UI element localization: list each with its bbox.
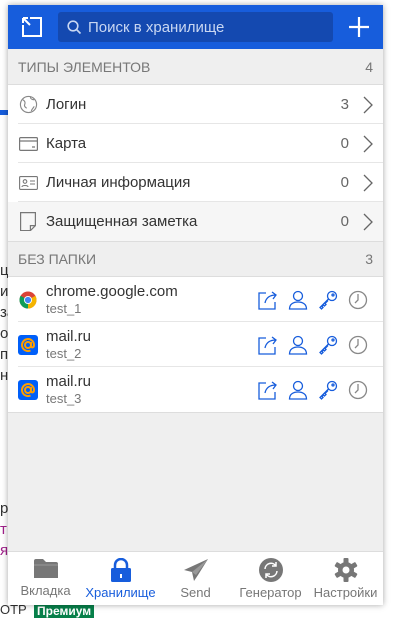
item-name: mail.ru	[46, 327, 92, 345]
item-username: test_3	[46, 390, 82, 406]
popout-button[interactable]	[18, 13, 46, 41]
plus-icon	[349, 17, 369, 37]
type-row-identity[interactable]: Личная информация 0	[8, 163, 383, 202]
gear-icon	[334, 558, 357, 582]
user-icon	[288, 335, 308, 355]
chevron-right-icon	[363, 174, 373, 191]
bg-text: я	[0, 542, 9, 559]
folder-icon	[33, 559, 58, 578]
globe-icon	[19, 95, 37, 114]
mailru-icon	[21, 382, 36, 397]
bg-tab-indicator	[0, 110, 8, 115]
popout-icon	[22, 17, 42, 37]
type-count: 0	[340, 135, 349, 152]
section-count: 4	[365, 58, 373, 75]
extension-popup: Поиск в хранилище ТИПЫ ЭЛЕМЕНТОВ 4 Логин…	[8, 5, 383, 605]
paper-plane-icon	[183, 559, 208, 581]
copy-totp-button[interactable]	[343, 375, 373, 405]
bottom-nav: Вкладка Хранилище Send Генератор Настрой…	[8, 551, 383, 605]
chevron-right-icon	[363, 213, 373, 230]
tab-current[interactable]: Вкладка	[8, 552, 83, 605]
type-label: Карта	[46, 135, 87, 152]
type-row-login[interactable]: Логин 3	[8, 85, 383, 124]
item-name: mail.ru	[46, 372, 92, 390]
launch-button[interactable]	[253, 330, 283, 360]
copy-totp-button[interactable]	[343, 285, 373, 315]
types-section-header: ТИПЫ ЭЛЕМЕНТОВ 4	[8, 49, 383, 85]
chrome-icon	[19, 291, 37, 308]
item-name: chrome.google.com	[46, 282, 178, 300]
search-placeholder: Поиск в хранилище	[88, 18, 225, 36]
types-list: Логин 3 Карта 0 Личная информация 0 Защи…	[8, 85, 383, 241]
type-label: Защищенная заметка	[46, 213, 198, 230]
share-icon	[258, 290, 277, 310]
clock-icon	[348, 380, 368, 399]
vault-items-list: chrome.google.com test_1 mail.ru test_2 ma…	[8, 277, 383, 413]
type-count: 0	[340, 213, 349, 230]
key-icon	[319, 335, 338, 355]
type-label: Личная информация	[46, 174, 191, 191]
type-row-secure-note[interactable]: Защищенная заметка 0	[8, 202, 383, 241]
clock-icon	[348, 290, 368, 309]
launch-button[interactable]	[253, 375, 283, 405]
tab-label: Генератор	[239, 585, 302, 600]
id-card-icon	[18, 175, 38, 190]
copy-totp-button[interactable]	[343, 330, 373, 360]
tab-settings[interactable]: Настройки	[308, 552, 383, 605]
copy-username-button[interactable]	[283, 330, 313, 360]
mailru-icon	[21, 337, 36, 352]
premium-badge: Премиум	[34, 604, 95, 618]
launch-button[interactable]	[253, 285, 283, 315]
chevron-right-icon	[363, 96, 373, 113]
copy-password-button[interactable]	[313, 375, 343, 405]
vault-item[interactable]: mail.ru test_3	[8, 367, 383, 412]
credit-card-icon	[18, 136, 38, 151]
tab-label: Хранилище	[85, 585, 156, 600]
type-row-card[interactable]: Карта 0	[8, 124, 383, 163]
copy-username-button[interactable]	[283, 285, 313, 315]
refresh-icon	[258, 558, 283, 582]
tab-vault[interactable]: Хранилище	[83, 552, 158, 605]
chevron-right-icon	[363, 135, 373, 152]
tab-label: Send	[180, 585, 211, 600]
add-item-button[interactable]	[345, 13, 373, 41]
tab-label: Вкладка	[20, 583, 71, 598]
copy-username-button[interactable]	[283, 375, 313, 405]
bg-text: т	[0, 521, 7, 538]
section-title: ТИПЫ ЭЛЕМЕНТОВ	[18, 58, 151, 75]
section-title: БЕЗ ПАПКИ	[18, 251, 97, 267]
user-icon	[288, 380, 308, 400]
vault-item[interactable]: mail.ru test_2	[8, 322, 383, 367]
key-icon	[319, 380, 338, 400]
type-count: 0	[340, 174, 349, 191]
search-icon	[67, 19, 82, 34]
item-username: test_1	[46, 300, 82, 316]
popup-header: Поиск в хранилище	[8, 5, 383, 49]
tab-generator[interactable]: Генератор	[233, 552, 308, 605]
sticky-note-icon	[20, 212, 36, 231]
vault-item[interactable]: chrome.google.com test_1	[8, 277, 383, 322]
share-icon	[258, 335, 277, 355]
no-folder-section-header: БЕЗ ПАПКИ 3	[8, 241, 383, 277]
clock-icon	[348, 335, 368, 354]
user-icon	[288, 290, 308, 310]
type-count: 3	[340, 96, 349, 113]
copy-password-button[interactable]	[313, 285, 343, 315]
item-username: test_2	[46, 345, 82, 361]
copy-password-button[interactable]	[313, 330, 343, 360]
key-icon	[319, 290, 338, 310]
section-count: 3	[365, 251, 373, 267]
type-label: Логин	[46, 96, 87, 113]
share-icon	[258, 380, 277, 400]
lock-icon	[110, 558, 131, 582]
bg-text: п	[0, 346, 9, 363]
tab-label: Настройки	[313, 585, 378, 600]
tab-send[interactable]: Send	[158, 552, 233, 605]
search-input[interactable]: Поиск в хранилище	[58, 12, 333, 42]
